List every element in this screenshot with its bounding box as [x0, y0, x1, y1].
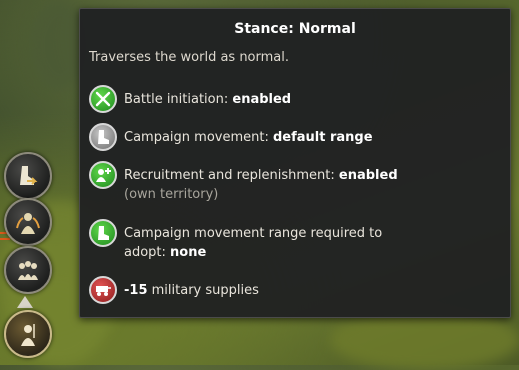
effect-value: default range: [272, 130, 373, 145]
effect-row-movement-required: Campaign movement range required to adop…: [89, 219, 384, 262]
supply-cart-icon: [89, 276, 117, 304]
effect-label: military supplies: [147, 283, 259, 298]
stance-button-march[interactable]: [4, 152, 52, 200]
effect-row-recruitment: Recruitment and replenishment: enabled (…: [89, 161, 398, 204]
effect-label: Campaign movement:: [124, 130, 273, 145]
effect-value: -15: [124, 283, 148, 298]
stance-button-normal[interactable]: [4, 310, 52, 358]
effect-condition: (own territory): [124, 187, 219, 202]
stance-button-muster[interactable]: [4, 246, 52, 294]
normal-stance-icon: [21, 324, 35, 346]
tooltip-description: Traverses the world as normal.: [89, 50, 290, 65]
recruitment-icon: [89, 161, 117, 189]
stance-button-raid[interactable]: [4, 198, 52, 246]
stance-tooltip: Stance: Normal Traverses the world as no…: [79, 8, 511, 318]
effect-label: Recruitment and replenishment:: [124, 168, 339, 183]
effect-value: enabled: [232, 92, 292, 107]
effect-value: none: [170, 245, 207, 260]
effect-row-military-supplies: -15 military supplies: [89, 276, 259, 304]
effect-label: Campaign movement range required to adop…: [124, 226, 383, 260]
effect-value: enabled: [338, 168, 398, 183]
terrain-background: [330, 310, 519, 370]
selected-stance-pointer: [17, 296, 33, 308]
tooltip-title: Stance: Normal: [234, 21, 356, 37]
boot-icon: [89, 219, 117, 247]
effect-row-battle-initiation: Battle initiation: enabled: [89, 85, 291, 113]
frontline-marker: [0, 238, 10, 240]
raid-stance-icon: [16, 213, 40, 234]
boot-icon: [89, 123, 117, 151]
effect-row-campaign-movement: Campaign movement: default range: [89, 123, 373, 151]
crossed-swords-icon: [89, 85, 117, 113]
march-stance-icon: [20, 166, 38, 185]
muster-stance-icon: [18, 261, 38, 280]
effect-label: Battle initiation:: [124, 92, 233, 107]
